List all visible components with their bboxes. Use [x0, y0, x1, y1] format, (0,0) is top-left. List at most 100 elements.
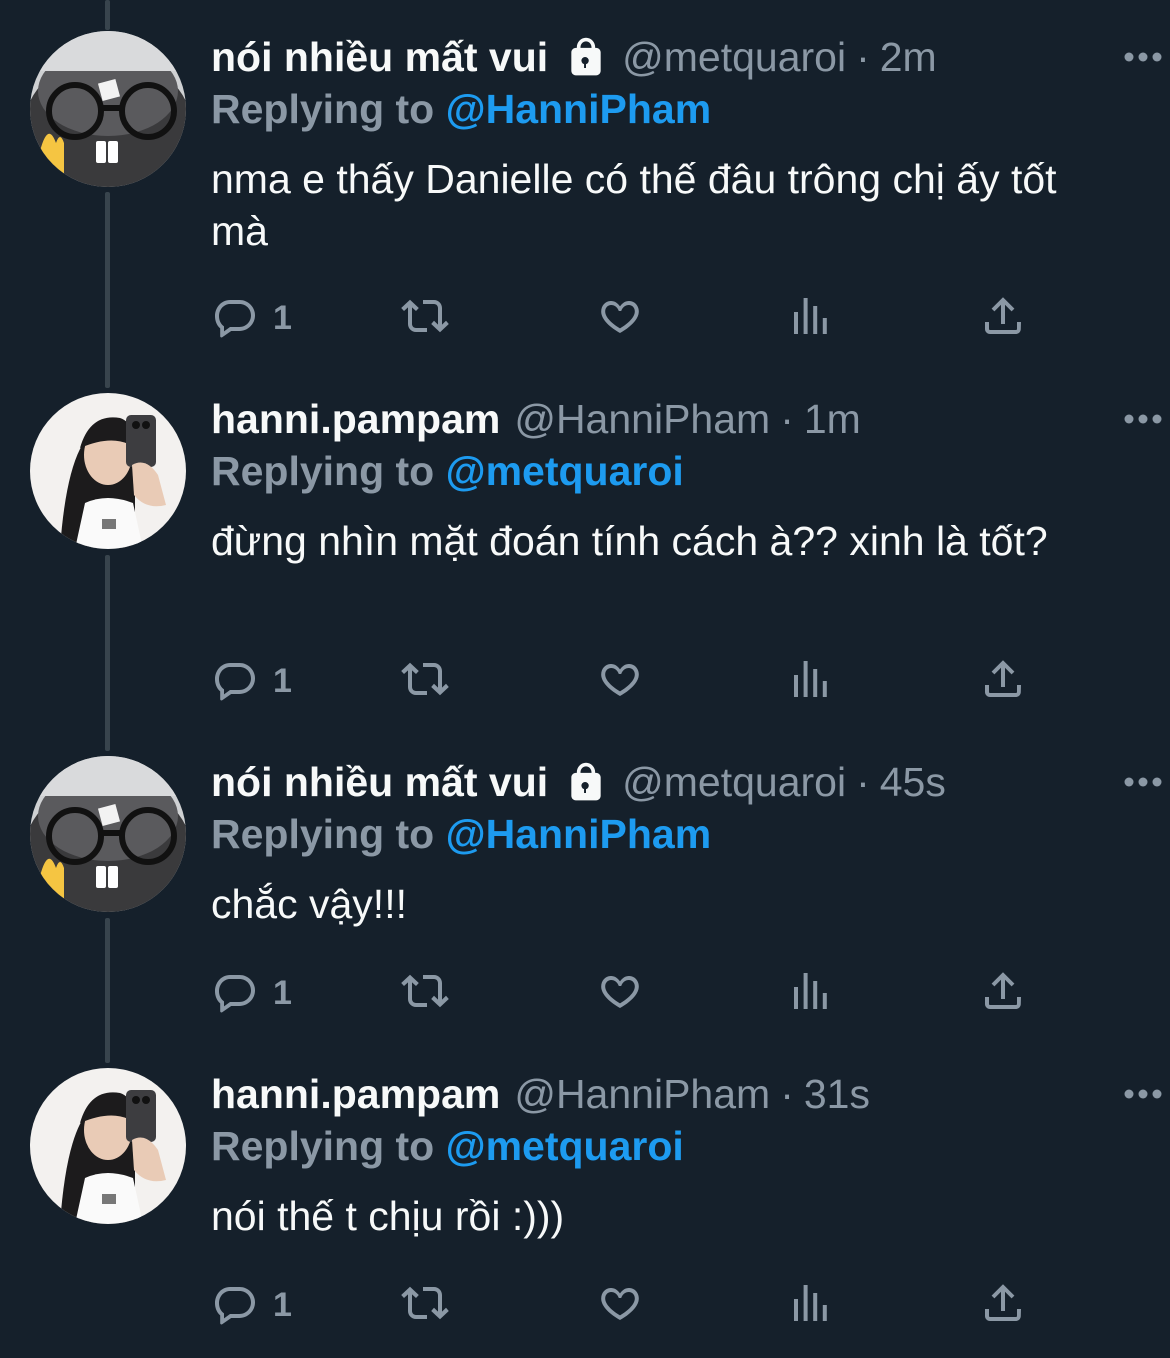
share-icon: [979, 967, 1027, 1020]
retweet-icon: [401, 967, 449, 1020]
separator-dot: ·: [780, 1071, 794, 1117]
replying-to: Replying to @metquaroi: [211, 1120, 1130, 1172]
more-icon[interactable]: [1120, 393, 1166, 445]
views-icon: [786, 1279, 834, 1332]
reply-count: 1: [273, 298, 292, 337]
display-name[interactable]: nói nhiều mất vui: [211, 756, 548, 808]
reply-count: 1: [273, 1285, 292, 1324]
reply-icon: [211, 1279, 259, 1332]
share-button[interactable]: [979, 1275, 1027, 1335]
replying-to-handle[interactable]: @metquaroi: [446, 448, 684, 494]
share-icon: [979, 655, 1027, 708]
reply-icon: [211, 655, 259, 708]
like-button[interactable]: [596, 963, 644, 1023]
timestamp[interactable]: 1m: [804, 393, 861, 445]
share-icon: [979, 292, 1027, 345]
replying-to: Replying to @HanniPham: [211, 83, 1130, 135]
like-button[interactable]: [596, 1275, 644, 1335]
tweet-actions: 1: [211, 651, 1091, 711]
retweet-icon: [401, 292, 449, 345]
reply-count: 1: [273, 973, 292, 1012]
replying-to-handle[interactable]: @HanniPham: [446, 811, 712, 857]
tweet-content: hanni.pampam @HanniPham · 31s Replying t…: [211, 1068, 1130, 1242]
reply-button[interactable]: 1: [211, 651, 292, 711]
user-handle[interactable]: @HanniPham: [514, 1068, 770, 1120]
retweet-button[interactable]: [401, 963, 449, 1023]
tweet-actions: 1: [211, 1275, 1091, 1335]
share-button[interactable]: [979, 963, 1027, 1023]
like-icon: [596, 655, 644, 708]
tweet-header: hanni.pampam @HanniPham · 31s: [211, 1068, 1130, 1120]
cat-glasses-avatar[interactable]: [30, 31, 186, 187]
more-icon[interactable]: [1120, 756, 1166, 808]
replying-to: Replying to @metquaroi: [211, 445, 1130, 497]
like-icon: [596, 1279, 644, 1332]
replying-to-label: Replying to: [211, 811, 435, 857]
user-handle[interactable]: @metquaroi: [622, 756, 846, 808]
user-handle[interactable]: @metquaroi: [622, 31, 846, 83]
share-icon: [979, 1279, 1027, 1332]
replying-to-label: Replying to: [211, 448, 435, 494]
retweet-icon: [401, 1279, 449, 1332]
separator-dot: ·: [856, 34, 870, 80]
tweet-text: đừng nhìn mặt đoán tính cách à?? xinh là…: [211, 518, 1048, 564]
tweet-actions: 1: [211, 963, 1091, 1023]
girl-selfie-avatar[interactable]: [30, 1068, 186, 1224]
more-icon[interactable]: [1120, 1068, 1166, 1120]
cat-glasses-avatar[interactable]: [30, 756, 186, 912]
display-name[interactable]: hanni.pampam: [211, 1068, 500, 1120]
tweet-text: nma e thấy Danielle có thế đâu trông chị…: [211, 156, 1057, 254]
retweet-button[interactable]: [401, 288, 449, 348]
reply-button[interactable]: 1: [211, 288, 292, 348]
display-name[interactable]: nói nhiều mất vui: [211, 31, 548, 83]
lock-icon: [564, 35, 608, 79]
share-button[interactable]: [979, 288, 1027, 348]
tweet-header: hanni.pampam @HanniPham · 1m: [211, 393, 1130, 445]
reply-icon: [211, 967, 259, 1020]
replying-to-label: Replying to: [211, 86, 435, 132]
tweet-text: chắc vậy!!!: [211, 881, 407, 927]
tweet-text: nói thế t chịu rồi :))): [211, 1193, 565, 1239]
like-icon: [596, 292, 644, 345]
retweet-button[interactable]: [401, 1275, 449, 1335]
display-name[interactable]: hanni.pampam: [211, 393, 500, 445]
separator-dot: ·: [780, 396, 794, 442]
like-icon: [596, 967, 644, 1020]
tweet-content: hanni.pampam @HanniPham · 1m Replying to…: [211, 393, 1130, 567]
thread-line: [105, 555, 110, 751]
views-icon: [786, 655, 834, 708]
tweet-actions: 1: [211, 288, 1091, 348]
lock-icon: [564, 760, 608, 804]
timestamp[interactable]: 2m: [880, 31, 937, 83]
reply-count: 1: [273, 661, 292, 700]
more-icon[interactable]: [1120, 31, 1166, 83]
tweet-header: nói nhiều mất vui @metquaroi · 2m: [211, 31, 1130, 83]
reply-button[interactable]: 1: [211, 1275, 292, 1335]
share-button[interactable]: [979, 651, 1027, 711]
user-handle[interactable]: @HanniPham: [514, 393, 770, 445]
thread-line: [105, 192, 110, 388]
timestamp[interactable]: 31s: [804, 1068, 870, 1120]
replying-to-handle[interactable]: @metquaroi: [446, 1123, 684, 1169]
retweet-icon: [401, 655, 449, 708]
retweet-button[interactable]: [401, 651, 449, 711]
replying-to-handle[interactable]: @HanniPham: [446, 86, 712, 132]
like-button[interactable]: [596, 651, 644, 711]
reply-icon: [211, 292, 259, 345]
reply-button[interactable]: 1: [211, 963, 292, 1023]
replying-to: Replying to @HanniPham: [211, 808, 1130, 860]
views-icon: [786, 292, 834, 345]
tweet-header: nói nhiều mất vui @metquaroi · 45s: [211, 756, 1130, 808]
thread-line: [105, 0, 110, 30]
tweet-content: nói nhiều mất vui @metquaroi · 45s Reply…: [211, 756, 1130, 930]
views-button[interactable]: [786, 1275, 834, 1335]
replying-to-label: Replying to: [211, 1123, 435, 1169]
timestamp[interactable]: 45s: [880, 756, 946, 808]
views-icon: [786, 967, 834, 1020]
views-button[interactable]: [786, 288, 834, 348]
views-button[interactable]: [786, 651, 834, 711]
girl-selfie-avatar[interactable]: [30, 393, 186, 549]
thread-line: [105, 918, 110, 1063]
views-button[interactable]: [786, 963, 834, 1023]
like-button[interactable]: [596, 288, 644, 348]
